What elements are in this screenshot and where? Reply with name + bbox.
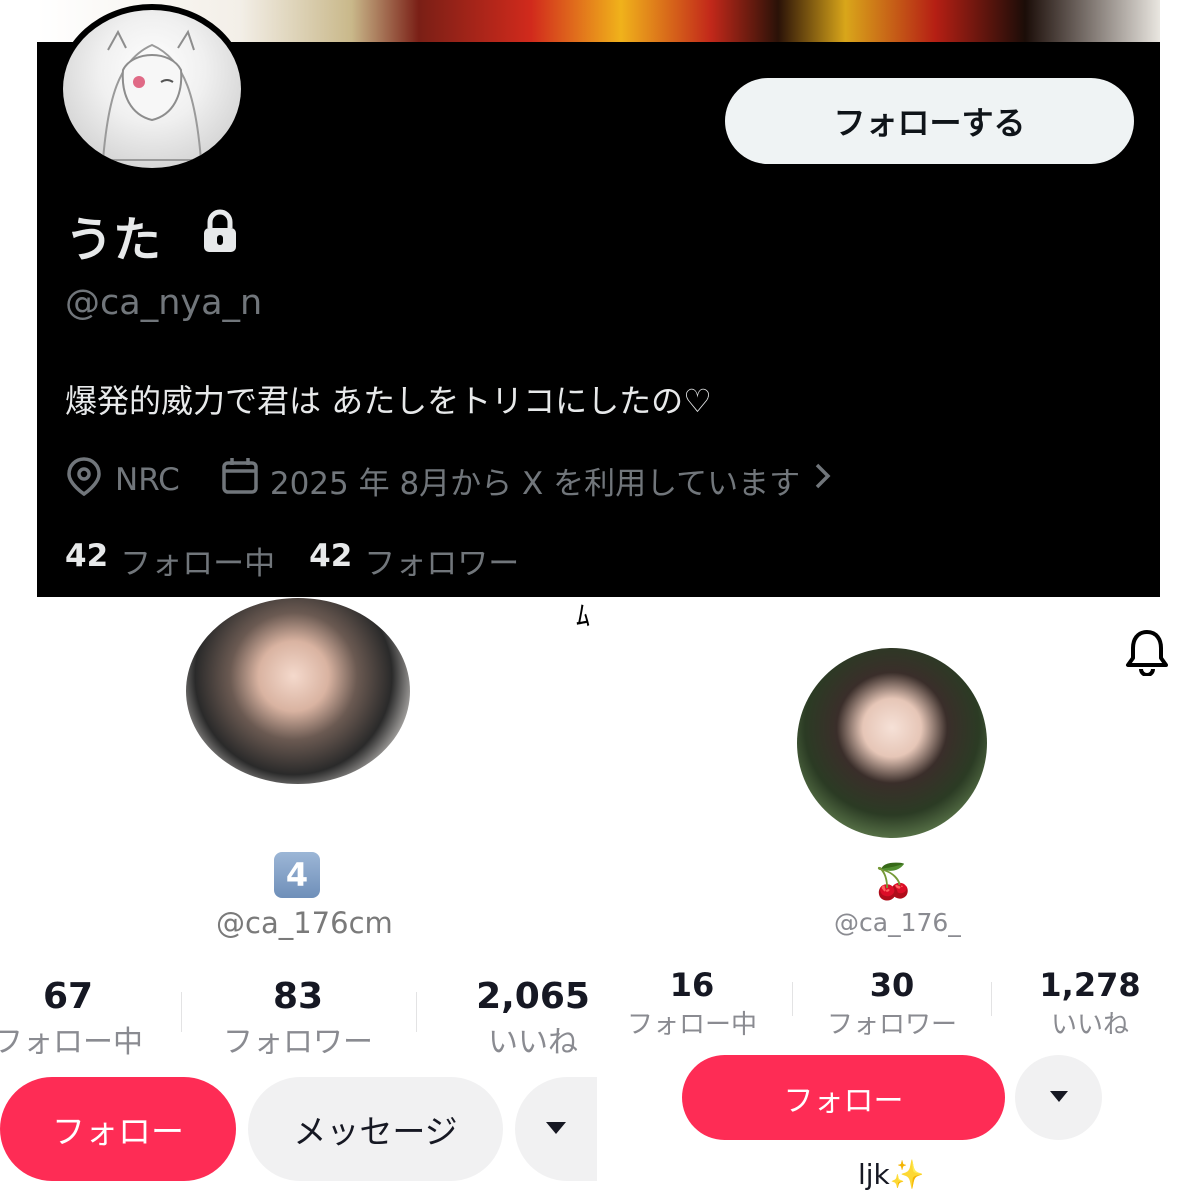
stat-number: 1,278 [1039, 966, 1141, 1004]
x-profile-meta: NRC 2025 年 8月から X を利用しています [65, 456, 832, 504]
x-followers-count[interactable]: 42 [309, 538, 352, 583]
tiktok-left-avatar[interactable] [186, 598, 410, 784]
location-text: NRC [115, 462, 180, 498]
stat-divider [792, 982, 793, 1016]
joined-date[interactable]: 2025 年 8月から X を利用しています [270, 458, 800, 503]
stat-number: 83 [272, 976, 324, 1017]
stat-label: フォロー中 [0, 1025, 143, 1060]
message-button[interactable]: メッセージ [248, 1077, 503, 1181]
stat-likes[interactable]: 2,065 いいね [458, 976, 608, 1061]
stat-label: フォロワー [826, 1010, 957, 1040]
stat-divider [181, 992, 182, 1032]
stat-followers[interactable]: 83 フォロワー [218, 976, 378, 1061]
stat-label: フォロー中 [626, 1010, 757, 1040]
stat-followers[interactable]: 30 フォロワー [822, 966, 962, 1041]
x-follow-button[interactable]: フォローする [725, 78, 1134, 164]
location-pin-icon [65, 456, 103, 504]
tiktok-right-handle: @ca_176_ [834, 908, 961, 937]
stat-label: いいね [1050, 1010, 1129, 1040]
stat-label: いいね [488, 1025, 578, 1060]
stat-label: フォロワー [223, 1025, 373, 1060]
keycap-badge: 4 [274, 852, 320, 898]
stat-following[interactable]: 67 フォロー中 [0, 976, 148, 1061]
calendar-icon [220, 456, 260, 504]
tiktok-left-handle: @ca_176cm [216, 906, 393, 940]
cherry-icon: 🍒 [872, 862, 915, 902]
caret-down-icon [545, 1120, 567, 1139]
stat-likes[interactable]: 1,278 いいね [1020, 966, 1160, 1041]
x-handle: @ca_nya_n [65, 283, 263, 323]
tiktok-right-avatar[interactable] [797, 648, 987, 838]
stat-number: 2,065 [476, 976, 590, 1017]
avatar-illustration [63, 10, 241, 168]
x-follow-stats: 42 フォロー中 42 フォロワー [65, 538, 553, 583]
chevron-right-icon[interactable] [814, 461, 832, 499]
follow-button[interactable]: フォロー [682, 1055, 1005, 1140]
stat-number: 67 [42, 976, 94, 1017]
stat-following[interactable]: 16 フォロー中 [622, 966, 762, 1041]
more-options-button[interactable] [1015, 1055, 1102, 1140]
x-avatar[interactable] [57, 4, 247, 174]
stat-divider [991, 982, 992, 1016]
more-options-button[interactable] [515, 1077, 597, 1181]
caret-down-icon [1049, 1088, 1069, 1107]
x-following-count[interactable]: 42 [65, 538, 108, 583]
bell-icon[interactable] [1125, 628, 1169, 680]
stat-number: 16 [669, 966, 715, 1004]
stat-divider [416, 992, 417, 1032]
x-bio: 爆発的威力で君は あたしをトリコにしたの♡ [65, 382, 712, 420]
x-followers-label[interactable]: フォロワー [364, 538, 519, 583]
partial-glyph: ﾑ [576, 599, 591, 632]
tiktok-right-bio: ljk✨ [858, 1158, 925, 1191]
stat-number: 30 [869, 966, 915, 1004]
follow-button[interactable]: フォロー [0, 1077, 236, 1181]
x-following-label[interactable]: フォロー中 [120, 538, 275, 583]
x-display-name: うた [65, 212, 162, 268]
lock-icon [200, 208, 240, 260]
